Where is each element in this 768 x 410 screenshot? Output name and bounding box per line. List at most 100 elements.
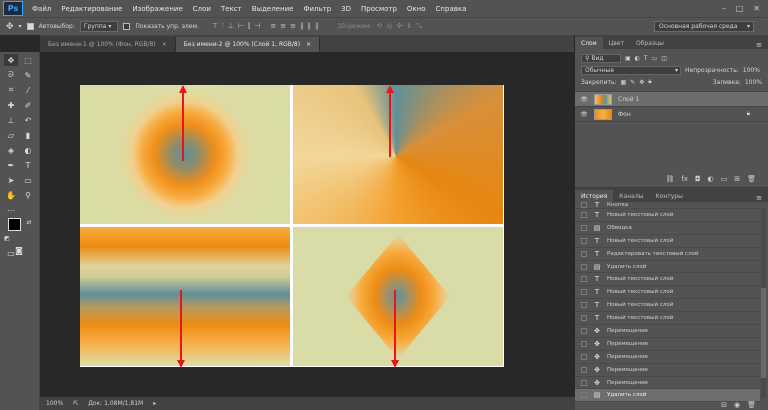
3d-slide-icon[interactable]: ⇕ [406, 22, 412, 31]
history-checkbox[interactable] [581, 340, 587, 347]
history-item[interactable]: T Редактировать текстовый слой [575, 248, 760, 261]
expand-arrow-icon[interactable]: ▸ [153, 400, 156, 407]
filter-pixel-icon[interactable]: ▣ [625, 55, 631, 62]
history-checkbox[interactable] [581, 379, 587, 386]
history-item[interactable]: T Новый текстовый слой [575, 273, 760, 287]
history-brush-tool-icon[interactable]: ↶ [21, 114, 35, 126]
tab-document-1[interactable]: Без имени-1 @ 100% (Фон, RGB/8) × [40, 37, 176, 52]
adjustment-icon[interactable]: ◐ [708, 175, 714, 183]
new-document-from-state-icon[interactable]: ⊟ [721, 401, 727, 409]
align-right-icon[interactable]: ⊣ [254, 22, 260, 31]
panel-menu-icon[interactable]: ≡ [756, 41, 768, 49]
path-select-tool-icon[interactable]: ➤ [4, 174, 18, 186]
filter-shape-icon[interactable]: ▭ [652, 55, 658, 62]
foreground-color-swatch[interactable] [8, 218, 21, 231]
folder-icon[interactable]: ▭ [721, 175, 728, 183]
link-icon[interactable]: ⛓︎ [665, 175, 674, 183]
history-checkbox[interactable] [581, 302, 587, 309]
screen-mode-icon[interactable]: ▭ [4, 247, 18, 259]
quick-select-tool-icon[interactable]: ✎ [21, 69, 35, 81]
history-checkbox[interactable] [581, 392, 587, 399]
history-item[interactable]: T Новый текстовый слой [575, 286, 760, 300]
tab-document-2[interactable]: Без имени-2 @ 100% (Слой 1, RGB/8) × [175, 37, 321, 52]
autoselect-select[interactable]: Группа ▾ [79, 21, 119, 32]
align-vcenter-icon[interactable]: ⫶ [222, 22, 224, 31]
lock-position-icon[interactable]: ✥ [639, 79, 644, 86]
menu-help[interactable]: Справка [431, 5, 472, 13]
visibility-eye-icon[interactable]: 👁︎ [580, 111, 588, 118]
eraser-tool-icon[interactable]: ▱ [4, 129, 18, 141]
eyedropper-tool-icon[interactable]: ⁄ [21, 84, 35, 96]
filter-adjustment-icon[interactable]: ◐ [635, 55, 640, 62]
blur-tool-icon[interactable]: ◈ [4, 144, 18, 156]
history-item[interactable]: ▤ Обводка [575, 222, 760, 235]
marquee-tool-icon[interactable]: ⬚ [21, 54, 35, 66]
zoom-level[interactable]: 100% [46, 400, 63, 407]
history-checkbox[interactable] [581, 315, 587, 322]
zoom-tool-icon[interactable]: ⚲ [21, 189, 35, 201]
move-tool-icon[interactable]: ✥ [6, 22, 14, 32]
tab-close-icon[interactable]: × [306, 41, 311, 48]
scrollbar-thumb[interactable] [761, 288, 766, 378]
distribute-top-icon[interactable]: ≡ [270, 22, 276, 31]
align-top-icon[interactable]: ⊤ [212, 22, 218, 31]
distribute-right-icon[interactable]: ∥ [315, 22, 319, 31]
layer-row-1[interactable]: 👁︎ Слой 1 [575, 92, 768, 107]
share-icon[interactable]: ⇱ [73, 400, 78, 407]
menu-type[interactable]: Текст [216, 5, 247, 13]
history-item[interactable]: T Кнопка [575, 202, 760, 209]
history-checkbox[interactable] [581, 289, 587, 296]
history-item[interactable]: ▤ Удалить слой [575, 261, 760, 274]
menu-window[interactable]: Окно [402, 5, 431, 13]
crop-tool-icon[interactable]: ⌗ [4, 84, 18, 96]
menu-image[interactable]: Изображение [127, 5, 187, 13]
history-item[interactable]: ✥ Перемещение [575, 364, 760, 377]
history-checkbox[interactable] [581, 202, 587, 208]
tab-swatches[interactable]: Образцы [630, 37, 670, 49]
new-layer-icon[interactable]: ⊞ [734, 175, 740, 183]
history-checkbox[interactable] [581, 237, 587, 244]
visibility-eye-icon[interactable]: 👁︎ [580, 96, 588, 103]
history-checkbox[interactable] [581, 224, 587, 231]
distribute-bottom-icon[interactable]: ≡ [290, 22, 296, 31]
lock-all-icon[interactable]: 🔒︎ [648, 78, 651, 86]
tool-preset-chevron-icon[interactable]: ▾ [19, 23, 22, 30]
trash-icon[interactable]: 🗑︎ [747, 175, 756, 183]
swap-colors-icon[interactable]: ⇄ [25, 216, 33, 228]
3d-scale-icon[interactable]: ⤡ [416, 22, 422, 31]
lasso-tool-icon[interactable]: ᘐ [4, 69, 18, 81]
history-checkbox[interactable] [581, 366, 587, 373]
distribute-hcenter-icon[interactable]: ∥ [308, 22, 312, 31]
gradient-tool-icon[interactable]: ▮ [21, 129, 35, 141]
brush-tool-icon[interactable]: ✐ [21, 99, 35, 111]
distribute-vcenter-icon[interactable]: ≡ [280, 22, 286, 31]
pen-tool-icon[interactable]: ✒ [4, 159, 18, 171]
align-hcenter-icon[interactable]: ⫿ [248, 22, 250, 31]
workspace-select[interactable]: Основная рабочая среда ▾ [654, 21, 754, 32]
filter-type-icon[interactable]: T [644, 55, 648, 62]
close-button[interactable]: ✕ [753, 4, 760, 13]
dodge-tool-icon[interactable]: ◐ [21, 144, 35, 156]
lock-transparent-icon[interactable]: ▦ [621, 79, 627, 86]
history-checkbox[interactable] [581, 327, 587, 334]
history-item[interactable]: T Новый текстовый слой [575, 312, 760, 326]
align-left-icon[interactable]: ⊢ [238, 22, 244, 31]
opacity-value[interactable]: 100% [743, 67, 760, 74]
snapshot-icon[interactable]: ◉ [734, 401, 740, 409]
filter-smart-icon[interactable]: ◫ [661, 55, 667, 62]
show-controls-checkbox[interactable] [123, 23, 131, 30]
menu-view[interactable]: Просмотр [356, 5, 402, 13]
fill-value[interactable]: 100% [745, 79, 762, 86]
history-scrollbar[interactable] [761, 208, 766, 398]
history-checkbox[interactable] [581, 211, 587, 218]
layer-filter-select[interactable]: ⚲ Вид [581, 53, 621, 63]
menu-3d[interactable]: 3D [336, 5, 356, 13]
layer-row-background[interactable]: 👁︎ Фон 🔒︎ [575, 107, 768, 122]
3d-drag-icon[interactable]: ✣ [396, 22, 402, 31]
healing-brush-tool-icon[interactable]: ✚ [4, 99, 18, 111]
history-checkbox[interactable] [581, 250, 587, 257]
tab-channels[interactable]: Каналы [613, 190, 649, 202]
history-item[interactable]: ✥ Перемещение [575, 338, 760, 351]
history-checkbox[interactable] [581, 353, 587, 360]
more-tools-icon[interactable]: ⋯ [4, 204, 18, 216]
